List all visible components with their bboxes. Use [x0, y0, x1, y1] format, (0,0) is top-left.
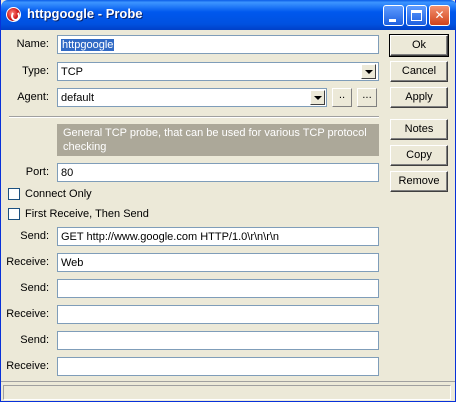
agent-browse-button[interactable]: .. [332, 88, 352, 107]
first-receive-label: First Receive, Then Send [25, 208, 149, 220]
status-cell [3, 385, 451, 400]
port-label: Port: [25, 166, 49, 178]
probe-window: httpgoogle - Probe ✕ Name: httpgoogle Ty… [0, 0, 456, 402]
remove-button[interactable]: Remove [390, 171, 448, 192]
receive-field-1[interactable]: Web [57, 253, 379, 272]
receive-field-3[interactable] [57, 357, 379, 376]
cancel-button[interactable]: Cancel [390, 61, 448, 82]
name-label: Name: [16, 38, 49, 50]
connect-only-checkbox[interactable] [8, 188, 20, 200]
receive-label-1: Receive: [6, 256, 49, 268]
probe-description: General TCP probe, that can be used for … [57, 124, 379, 156]
ok-button[interactable]: Ok [389, 34, 449, 57]
send-value-1: GET http://www.google.com HTTP/1.0\r\n\r… [61, 231, 280, 243]
apply-button[interactable]: Apply [390, 87, 448, 108]
type-value: TCP [61, 66, 83, 78]
title-bar[interactable]: httpgoogle - Probe ✕ [1, 0, 456, 30]
type-dropdown-button[interactable] [361, 64, 376, 79]
send-field-1[interactable]: GET http://www.google.com HTTP/1.0\r\n\r… [57, 227, 379, 246]
connect-only-label: Connect Only [25, 188, 92, 200]
send-label-3: Send: [20, 334, 49, 346]
close-icon: ✕ [434, 8, 445, 22]
send-field-3[interactable] [57, 331, 379, 350]
window-title: httpgoogle - Probe [27, 6, 143, 21]
send-field-2[interactable] [57, 279, 379, 298]
name-value: httpgoogle [61, 39, 115, 51]
name-field[interactable]: httpgoogle [57, 35, 379, 54]
minimize-button[interactable] [383, 5, 404, 26]
agent-label: Agent: [17, 91, 49, 103]
receive-field-2[interactable] [57, 305, 379, 324]
port-field[interactable]: 80 [57, 163, 379, 182]
receive-value-1: Web [61, 257, 84, 269]
maximize-button[interactable] [406, 5, 427, 26]
port-value: 80 [61, 167, 74, 179]
type-label: Type: [22, 65, 49, 77]
notes-button[interactable]: Notes [390, 119, 448, 140]
copy-button[interactable]: Copy [390, 145, 448, 166]
agent-dropdown-button[interactable] [310, 90, 325, 105]
close-button[interactable]: ✕ [429, 5, 450, 26]
agent-select[interactable]: default [57, 88, 327, 107]
agent-more-button[interactable]: ... [357, 88, 377, 107]
maximize-icon [411, 10, 422, 21]
app-icon [6, 7, 21, 22]
agent-value: default [61, 92, 95, 104]
minimize-icon [389, 19, 396, 22]
send-label-2: Send: [20, 282, 49, 294]
first-receive-checkbox[interactable] [8, 208, 20, 220]
receive-label-3: Receive: [6, 360, 49, 372]
receive-label-2: Receive: [6, 308, 49, 320]
status-bar [1, 381, 455, 401]
send-label-1: Send: [20, 230, 49, 242]
separator [9, 116, 379, 118]
type-select[interactable]: TCP [57, 62, 379, 81]
